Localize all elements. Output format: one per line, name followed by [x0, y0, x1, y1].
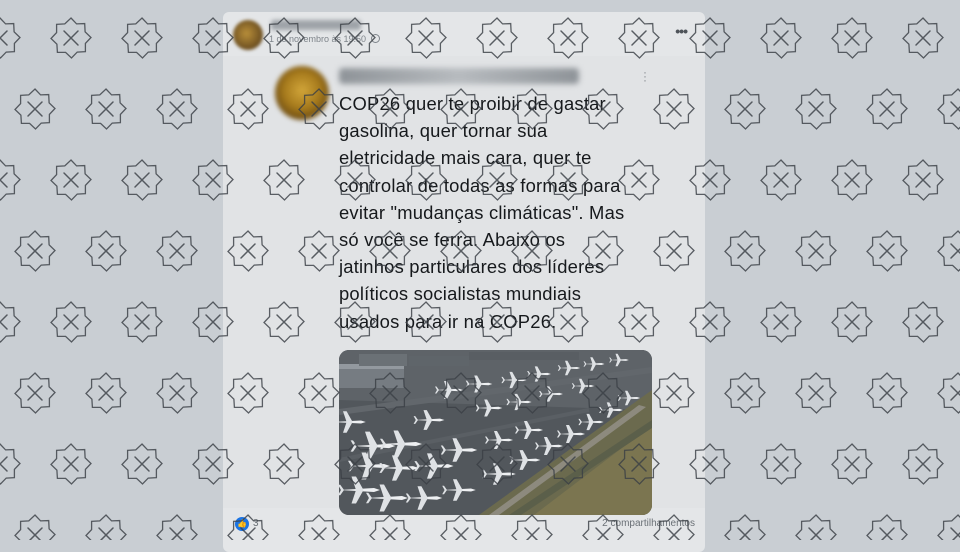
x-mark-badge-icon [760, 17, 802, 59]
x-mark-badge-icon [866, 372, 908, 414]
share-count[interactable]: 2 compartilhamentos [602, 518, 695, 529]
x-mark-badge-icon [760, 301, 802, 343]
x-mark-badge-icon [50, 443, 92, 485]
x-mark-badge-icon [0, 159, 21, 201]
x-mark-badge-icon [50, 301, 92, 343]
like-icon[interactable]: 👍 [235, 517, 249, 531]
x-mark-badge-icon [866, 230, 908, 272]
x-mark-badge-icon [937, 230, 960, 272]
x-mark-badge-icon [724, 230, 766, 272]
tweet-text-line: políticos socialistas mundiais [339, 283, 582, 305]
x-mark-badge-icon [0, 17, 21, 59]
x-mark-badge-icon [121, 159, 163, 201]
x-mark-badge-icon [0, 443, 21, 485]
post-header: 1 de novembro às 19:50 ••• [223, 12, 705, 60]
x-mark-badge-icon [795, 88, 837, 130]
x-mark-badge-icon [902, 159, 944, 201]
x-mark-badge-icon [866, 88, 908, 130]
x-mark-badge-icon [724, 372, 766, 414]
page-avatar[interactable] [233, 20, 263, 50]
x-mark-badge-icon [156, 372, 198, 414]
x-mark-badge-icon [937, 372, 960, 414]
x-mark-badge-icon [14, 514, 56, 540]
x-mark-badge-icon [724, 88, 766, 130]
x-mark-badge-icon [156, 514, 198, 540]
x-mark-badge-icon [121, 443, 163, 485]
x-mark-badge-icon [760, 443, 802, 485]
x-mark-badge-icon [14, 372, 56, 414]
x-mark-badge-icon [121, 17, 163, 59]
x-mark-badge-icon [795, 514, 837, 540]
x-mark-badge-icon [85, 514, 127, 540]
x-mark-badge-icon [866, 514, 908, 540]
x-mark-badge-icon [50, 17, 92, 59]
x-mark-badge-icon [902, 17, 944, 59]
x-mark-badge-icon [937, 514, 960, 540]
x-mark-badge-icon [156, 230, 198, 272]
tweet-screenshot: · · · COP26 quer te proibir de gastar gaso… [223, 56, 705, 515]
airport-jets-photo[interactable] [339, 350, 652, 515]
tweet-text-line: evitar "mudanças climáticas". Mas [339, 201, 625, 223]
x-mark-badge-icon [121, 301, 163, 343]
tweet-avatar [275, 66, 329, 120]
x-mark-badge-icon [50, 159, 92, 201]
tweet-text-line: usados para ir na COP26. [339, 310, 557, 332]
post-timestamp[interactable]: 1 de novembro às 19:50 [269, 34, 366, 44]
x-mark-badge-icon [902, 443, 944, 485]
x-mark-badge-icon [795, 372, 837, 414]
tweet-text-line: COP26 quer te proibir de gastar [339, 93, 606, 114]
x-mark-badge-icon [795, 230, 837, 272]
tweet-text: COP26 quer te proibir de gastar gasolina… [339, 90, 669, 335]
x-mark-badge-icon [831, 301, 873, 343]
x-mark-badge-icon [831, 17, 873, 59]
globe-icon [370, 34, 380, 43]
x-mark-badge-icon [831, 159, 873, 201]
x-mark-badge-icon [724, 514, 766, 540]
x-mark-badge-icon [85, 88, 127, 130]
page-name-blurred[interactable] [271, 20, 361, 30]
reaction-count[interactable]: 3 [253, 518, 259, 529]
post-meta: 1 de novembro às 19:50 [269, 34, 380, 44]
x-mark-badge-icon [85, 230, 127, 272]
x-mark-badge-icon [14, 88, 56, 130]
tweet-author-blurred [339, 68, 579, 84]
x-mark-badge-icon [85, 372, 127, 414]
tweet-text-line: controlar de todas as formas para [339, 174, 621, 196]
facebook-post: 1 de novembro às 19:50 ••• · · · COP26 que… [223, 12, 705, 552]
x-mark-badge-icon [831, 443, 873, 485]
x-mark-badge-icon [937, 88, 960, 130]
x-mark-badge-icon [902, 301, 944, 343]
tweet-more-icon: · · · [643, 65, 647, 87]
x-mark-badge-icon [156, 88, 198, 130]
post-footer: 👍 3 2 compartilhamentos [223, 508, 705, 552]
tweet-text-line: jatinhos particulares dos líderes [339, 256, 605, 278]
x-mark-badge-icon [760, 159, 802, 201]
tweet-text-line: só você se ferra. Abaixo os [339, 229, 566, 251]
tweet-text-line: eletricidade mais cara, quer te [339, 147, 592, 169]
tweet-text-line: gasolina, quer tornar sua [339, 120, 548, 142]
x-mark-badge-icon [14, 230, 56, 272]
x-mark-badge-icon [0, 301, 21, 343]
more-options-icon[interactable]: ••• [675, 23, 688, 39]
